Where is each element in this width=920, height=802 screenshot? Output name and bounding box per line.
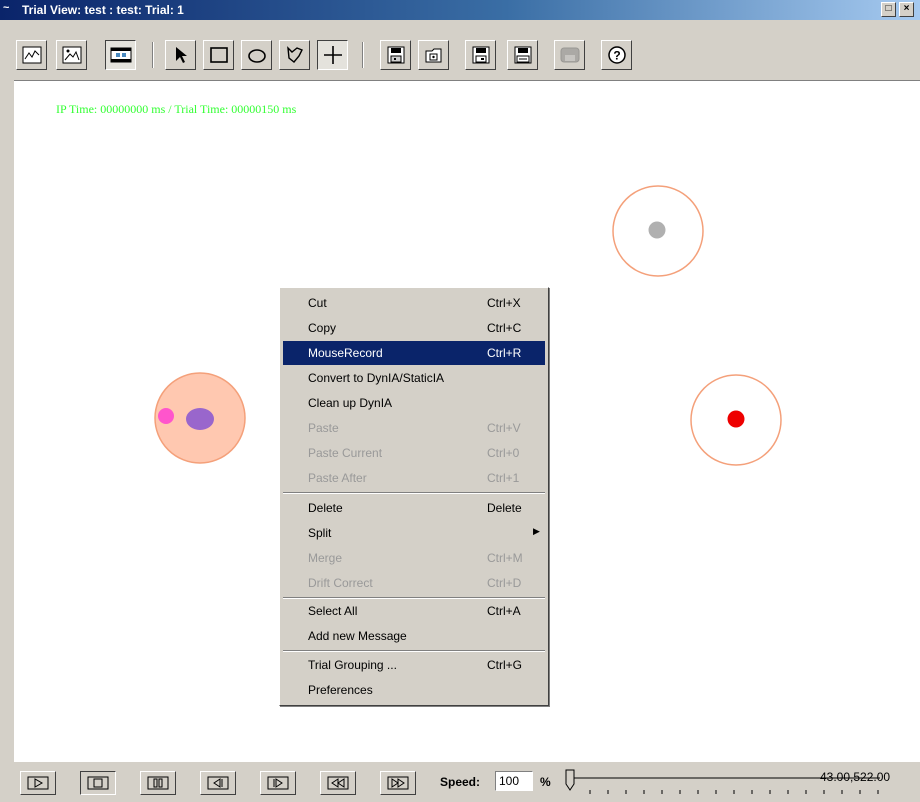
crosshair-icon [323, 46, 342, 64]
menu-item-drift-correct[interactable]: Drift Correct Ctrl+D [283, 571, 545, 595]
animation-view-icon [110, 47, 131, 63]
stop-button[interactable] [80, 771, 116, 795]
menu-item-add-new-message[interactable]: Add new Message [283, 624, 545, 648]
signal-wave-icon: ~ [3, 2, 10, 14]
menu-item-trial-grouping[interactable]: Trial Grouping ... Ctrl+G [283, 653, 545, 677]
menu-item-paste[interactable]: Paste Ctrl+V [283, 416, 545, 440]
menu-item-convert-dynia[interactable]: Convert to DynIA/StaticIA [283, 366, 545, 390]
freehand-tool-button[interactable] [279, 40, 310, 70]
restore-icon: □ [885, 3, 892, 14]
menu-item-split[interactable]: Split ▶ [283, 521, 545, 545]
play-button[interactable] [20, 771, 56, 795]
window-title: Trial View: test : test: Trial: 1 [22, 3, 184, 17]
toolbar-separator [152, 42, 154, 68]
menu-item-preferences[interactable]: Preferences [283, 678, 545, 702]
line-chart-icon [22, 46, 41, 64]
stop-icon [87, 776, 109, 790]
interest-area-left[interactable] [154, 372, 246, 464]
submenu-arrow-icon: ▶ [533, 526, 540, 536]
disabled-tool-button[interactable] [554, 40, 585, 70]
rewind-button[interactable] [320, 771, 356, 795]
open-ia-icon [425, 48, 441, 63]
save-ia-icon [387, 46, 404, 64]
rectangle-icon [209, 47, 228, 63]
animation-view-button[interactable] [105, 40, 136, 70]
line-chart-view-button[interactable] [16, 40, 47, 70]
help-icon: ? [607, 46, 626, 64]
step-back-button[interactable] [200, 771, 236, 795]
image-view-icon [62, 46, 81, 64]
close-button[interactable]: × [899, 2, 914, 17]
save-all-button[interactable] [507, 40, 538, 70]
save-all-icon [514, 46, 531, 64]
ellipse-icon [247, 49, 266, 63]
menu-item-paste-current[interactable]: Paste Current Ctrl+0 [283, 441, 545, 465]
speed-label: Speed: [440, 775, 481, 789]
step-forward-button[interactable] [260, 771, 296, 795]
menu-item-select-all[interactable]: Select All Ctrl+A [283, 599, 545, 623]
pointer-icon [175, 47, 187, 63]
coordinate-readout: 43.00,522.00 [820, 770, 891, 784]
menu-item-merge[interactable]: Merge Ctrl+M [283, 546, 545, 570]
menu-item-paste-after[interactable]: Paste After Ctrl+1 [283, 466, 545, 490]
pause-icon [147, 776, 169, 790]
help-button[interactable]: ? [601, 40, 632, 70]
ellipse-tool-button[interactable] [241, 40, 272, 70]
save-ia-alt-button[interactable] [465, 40, 496, 70]
fast-forward-icon [387, 776, 409, 790]
disabled-tool-icon [560, 47, 579, 63]
save-ia-alt-icon [472, 46, 489, 64]
fast-forward-button[interactable] [380, 771, 416, 795]
play-icon [27, 776, 49, 790]
step-back-icon [207, 776, 229, 790]
restore-button[interactable]: □ [881, 2, 896, 17]
image-view-button[interactable] [56, 40, 87, 70]
menu-item-mouserecord[interactable]: MouseRecord Ctrl+R [283, 341, 545, 365]
interest-area-top-right[interactable] [612, 185, 704, 277]
slider-ticks [589, 790, 879, 794]
toolbar-separator [362, 42, 364, 68]
close-icon: × [903, 3, 910, 14]
context-menu: Cut Ctrl+X Copy Ctrl+C MouseRecord Ctrl+R C… [279, 287, 549, 706]
menu-item-delete[interactable]: Delete Delete [283, 496, 545, 520]
svg-text:?: ? [613, 49, 620, 63]
menu-separator [283, 492, 545, 494]
interest-area-right[interactable] [690, 374, 782, 466]
menu-separator [283, 650, 545, 652]
title-bar[interactable]: ~ Trial View: test : test: Trial: 1 □ × [0, 0, 920, 20]
open-ia-button[interactable] [418, 40, 449, 70]
rectangle-tool-button[interactable] [203, 40, 234, 70]
trial-view-window: ~ Trial View: test : test: Trial: 1 □ × [0, 0, 920, 802]
menu-item-cut[interactable]: Cut Ctrl+X [283, 291, 545, 315]
pointer-tool-button[interactable] [165, 40, 196, 70]
menu-item-clean-up-dynia[interactable]: Clean up DynIA [283, 391, 545, 415]
speed-unit-label: % [540, 775, 551, 789]
freehand-icon [286, 46, 303, 63]
rewind-icon [327, 776, 349, 790]
speed-input[interactable] [495, 771, 533, 791]
slider-thumb[interactable] [565, 769, 575, 791]
crosshair-tool-button[interactable] [317, 40, 348, 70]
menu-item-copy[interactable]: Copy Ctrl+C [283, 316, 545, 340]
step-forward-icon [267, 776, 289, 790]
pause-button[interactable] [140, 771, 176, 795]
save-ia-button[interactable] [380, 40, 411, 70]
